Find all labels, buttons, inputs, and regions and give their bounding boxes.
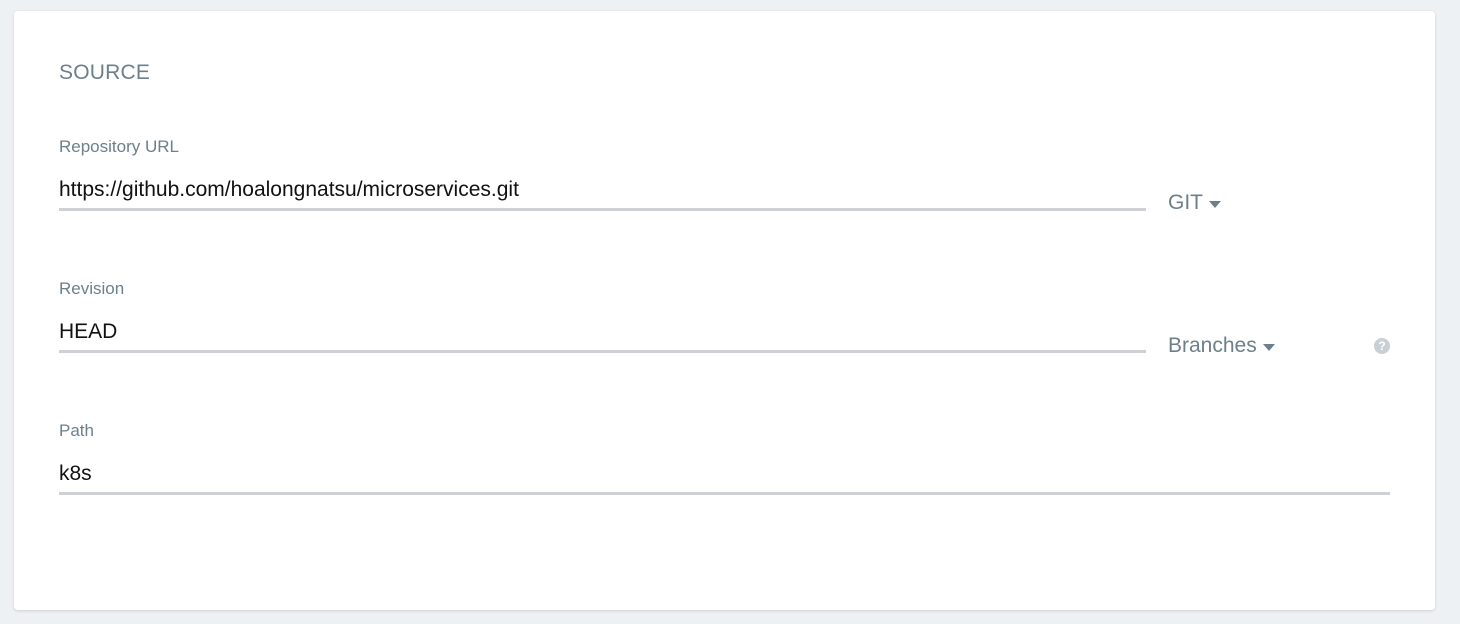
revision-ref-dropdown[interactable]: Branches [1168,334,1275,358]
section-title: SOURCE [59,61,151,84]
revision-ref-label: Branches [1168,334,1257,357]
question-circle-icon[interactable]: ? [1374,338,1390,354]
repo-type-dropdown[interactable]: GIT [1168,191,1221,215]
caret-down-icon [1262,343,1275,351]
repository-url-input[interactable] [59,171,1146,211]
source-card: SOURCE Repository URL GIT Revision Branc… [14,11,1435,610]
revision-input[interactable] [59,313,1146,353]
repo-type-label: GIT [1168,191,1203,214]
path-label: Path [59,421,94,440]
caret-down-icon [1209,200,1221,208]
revision-label: Revision [59,279,125,298]
repository-url-label: Repository URL [59,137,179,156]
path-input[interactable] [59,455,1390,495]
